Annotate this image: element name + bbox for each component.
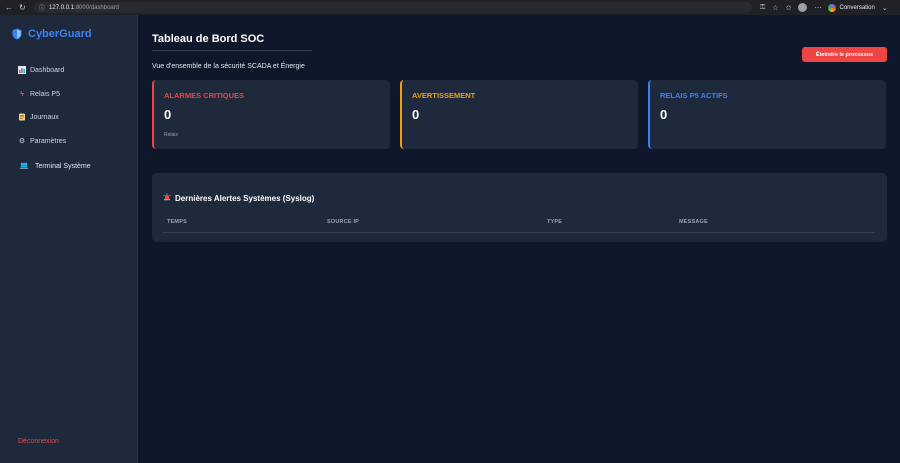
sidebar-item-relais[interactable]: ϟ Relais P5 bbox=[18, 90, 60, 98]
page-title: Tableau de Bord SOC bbox=[152, 33, 265, 45]
column-header-message[interactable]: MESSAGE bbox=[679, 219, 708, 225]
sidebar-item-label: Paramètres bbox=[30, 137, 67, 145]
browser-nav: ← ↻ bbox=[0, 3, 32, 12]
chart-icon bbox=[18, 66, 26, 74]
browser-actions: ⚿ ☆ ✩ ⋯ Conversation ⌄ bbox=[760, 3, 888, 12]
brand-name: CyberGuard bbox=[28, 28, 92, 40]
favorites-icon[interactable]: ✩ bbox=[786, 4, 792, 12]
browser-toolbar: ← ↻ ⓘ 127.0.0.1:8000/dashboard ⚿ ☆ ✩ ⋯ C… bbox=[0, 0, 900, 15]
more-icon[interactable]: ⋯ bbox=[814, 4, 821, 12]
active-relays-card: RELAIS P5 ACTIFS 0 bbox=[648, 80, 886, 149]
scroll-icon bbox=[18, 113, 26, 121]
shield-icon bbox=[12, 28, 22, 40]
column-header-source-ip[interactable]: SOURCE IP bbox=[327, 219, 359, 225]
alerts-heading: Dernières Alertes Systèmes (Syslog) bbox=[163, 193, 314, 203]
siren-icon bbox=[163, 193, 171, 203]
card-title: AVERTISSEMENT bbox=[412, 91, 476, 100]
recent-alerts-panel: Dernières Alertes Systèmes (Syslog) TEMP… bbox=[152, 173, 887, 242]
lightning-icon: ϟ bbox=[20, 90, 24, 98]
card-value: 0 bbox=[164, 107, 172, 122]
key-icon[interactable]: ⚿ bbox=[760, 4, 765, 12]
sidebar-item-terminal[interactable]: Terminal Système bbox=[20, 162, 91, 170]
profile-avatar[interactable] bbox=[798, 3, 808, 12]
sidebar-item-label: Journaux bbox=[30, 113, 59, 121]
back-arrow-icon[interactable]: ← bbox=[5, 3, 13, 12]
card-title: ALARMES CRITIQUES bbox=[164, 91, 245, 100]
sidebar-item-label: Terminal Système bbox=[35, 162, 91, 170]
address-bar[interactable]: ⓘ 127.0.0.1:8000/dashboard bbox=[34, 2, 752, 13]
site-info-icon[interactable]: ⓘ bbox=[39, 3, 45, 12]
sidebar-item-label: Dashboard bbox=[30, 66, 65, 74]
table-header-divider bbox=[163, 232, 875, 233]
sidebar-item-parametres[interactable]: ⚙ Paramètres bbox=[18, 137, 67, 146]
brand[interactable]: CyberGuard bbox=[12, 28, 92, 40]
star-icon[interactable]: ☆ bbox=[772, 4, 778, 12]
title-divider bbox=[152, 50, 312, 51]
sidebar-item-label: Relais P5 bbox=[30, 90, 60, 98]
logout-link[interactable]: Déconnexion bbox=[18, 438, 59, 445]
copilot-label: Conversation bbox=[839, 4, 875, 11]
main-content: Tableau de Bord SOC Vue d'ensemble de la… bbox=[139, 15, 900, 463]
card-value: 0 bbox=[412, 107, 420, 122]
sidebar: CyberGuard Dashboard ϟ Relais P5 Journau… bbox=[0, 15, 138, 463]
laptop-icon bbox=[20, 162, 28, 170]
card-title: RELAIS P5 ACTIFS bbox=[660, 91, 728, 100]
card-subtext: Relais bbox=[164, 132, 178, 138]
alerts-title: Dernières Alertes Systèmes (Syslog) bbox=[175, 193, 315, 203]
page-subtitle: Vue d'ensemble de la sécurité SCADA et É… bbox=[152, 63, 305, 70]
chevron-down-icon[interactable]: ⌄ bbox=[882, 4, 888, 12]
card-value: 0 bbox=[660, 107, 668, 122]
sidebar-item-journaux[interactable]: Journaux bbox=[18, 113, 59, 121]
gear-icon: ⚙ bbox=[18, 138, 26, 145]
url-host: 127.0.0.1 bbox=[49, 4, 75, 11]
warning-card: AVERTISSEMENT 0 bbox=[400, 80, 638, 149]
reload-icon[interactable]: ↻ bbox=[19, 3, 26, 12]
column-header-temps[interactable]: TEMPS bbox=[167, 219, 187, 225]
stop-process-button[interactable]: Éteindre le processus bbox=[802, 47, 887, 62]
column-header-type[interactable]: TYPE bbox=[547, 219, 562, 225]
copilot-icon bbox=[828, 3, 837, 12]
critical-alarms-card: ALARMES CRITIQUES 0 Relais bbox=[152, 80, 390, 149]
copilot-button[interactable]: Conversation bbox=[828, 3, 875, 12]
url-path: :8000/dashboard bbox=[74, 4, 120, 11]
sidebar-item-dashboard[interactable]: Dashboard bbox=[18, 66, 64, 74]
